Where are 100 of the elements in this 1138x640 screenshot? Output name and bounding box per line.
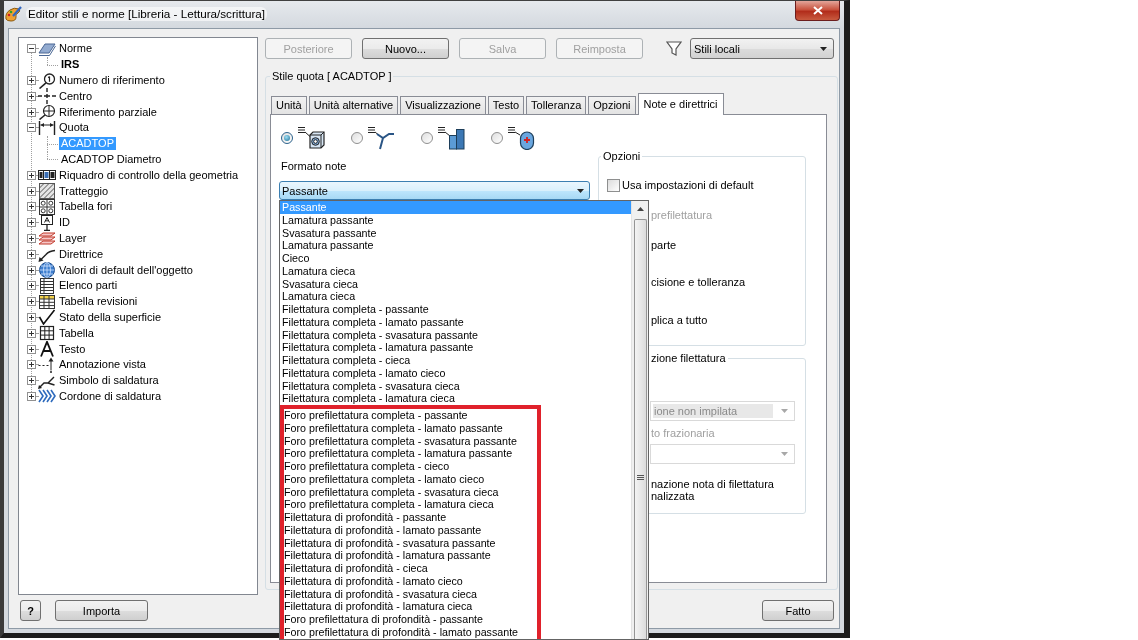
tab[interactable]: Tolleranza (526, 96, 587, 114)
list-option[interactable]: Foro prefilettatura completa - lamato cieco (284, 472, 537, 486)
list-option[interactable]: Svasatura cieca (280, 277, 631, 291)
list-option[interactable]: Filettatura completa - cieca (280, 354, 631, 367)
list-option[interactable]: Foro prefilettatura completa - svasatura passante (284, 434, 537, 448)
tab[interactable]: Unità alternative (308, 96, 399, 114)
tree-item[interactable]: Stato della superficie (58, 310, 163, 324)
tree-item[interactable]: Testo (58, 342, 87, 356)
list-option[interactable]: Filettatura completa - lamato cieco (280, 366, 631, 380)
help-button[interactable]: ? (20, 600, 41, 621)
done-button[interactable]: Fatto (762, 600, 834, 621)
tab[interactable]: Visualizzazione (400, 96, 486, 114)
tab[interactable]: Note e direttrici (637, 93, 724, 115)
expand-icon[interactable] (27, 376, 36, 386)
radio-button[interactable] (281, 132, 293, 144)
tree-item[interactable]: Elenco parti (58, 279, 119, 293)
palette-icon (4, 5, 22, 23)
expand-icon[interactable] (27, 107, 36, 117)
checkbox-label[interactable]: Usa impostazioni di default (622, 179, 754, 192)
tree-item[interactable]: Riferimento parziale (58, 105, 158, 119)
expand-icon[interactable] (27, 265, 36, 275)
collapse-icon[interactable] (27, 123, 36, 133)
tree-item[interactable]: Layer (58, 231, 88, 245)
tree-item[interactable]: Numero di riferimento (58, 74, 166, 87)
list-option[interactable]: Filettatura completa - svasatura cieca (280, 379, 631, 393)
radio-button[interactable] (351, 132, 363, 144)
note-format-dropdown[interactable]: Passante (279, 181, 590, 200)
tree-item[interactable]: ID (58, 216, 71, 230)
tree-item[interactable]: Tabella revisioni (58, 295, 139, 309)
radio-button[interactable] (421, 132, 433, 144)
tree-item[interactable]: Tabella (58, 326, 95, 340)
checkbox[interactable] (607, 179, 620, 192)
list-option[interactable]: Cieco (280, 252, 631, 265)
list-option[interactable]: Lamatura passante (280, 213, 631, 227)
expand-icon[interactable] (27, 312, 36, 322)
tree-item[interactable]: IRS (59, 58, 82, 72)
tree-item[interactable]: Tratteggio (58, 184, 110, 198)
list-option[interactable]: Filettatura di profondità - svasatura cieca (284, 587, 537, 601)
list-option[interactable]: Filettatura di profondità - lamato passante (284, 523, 537, 537)
list-option[interactable]: Foro prefilettatura completa - lamatura passante (284, 447, 537, 460)
filter-icon[interactable] (666, 41, 682, 56)
scrollbar[interactable] (631, 201, 648, 639)
expand-icon[interactable] (27, 233, 36, 243)
tree-item[interactable]: Norme (58, 42, 93, 56)
list-option[interactable]: Filettatura di profondità - passante (284, 511, 537, 524)
list-option[interactable]: Svasatura passante (280, 226, 631, 240)
list-option[interactable]: Filettatura di profondità - cieca (284, 562, 537, 575)
list-option[interactable]: Foro prefilettatura completa - cieco (284, 460, 537, 473)
tree-item[interactable]: Riquadro di controllo della geometria (58, 168, 240, 182)
list-option[interactable]: Filettatura di profondità - svasatura passante (284, 536, 537, 550)
list-option[interactable]: Lamatura cieca (280, 264, 631, 278)
list-option[interactable]: Filettatura di profondità - lamato cieco (284, 574, 537, 588)
tree-item[interactable]: Tabella fori (58, 200, 114, 214)
expand-icon[interactable] (27, 91, 36, 101)
expand-icon[interactable] (27, 249, 36, 259)
tab[interactable]: Testo (487, 96, 525, 114)
tree-item[interactable]: Simbolo di saldatura (58, 374, 160, 388)
toolbar-button[interactable]: Nuovo... (362, 38, 449, 59)
list-option[interactable]: Foro prefilettatura di profondità - lamato passante (284, 625, 537, 639)
list-option[interactable]: Filettatura completa - lamatura cieca (280, 392, 631, 405)
list-option[interactable]: Filettatura di profondità - lamatura cieca (284, 600, 537, 613)
expand-icon[interactable] (27, 76, 36, 85)
expand-icon[interactable] (27, 328, 36, 338)
scroll-thumb[interactable] (633, 219, 647, 639)
radio-button[interactable] (491, 132, 503, 144)
tree-item[interactable]: Centro (58, 89, 94, 103)
expand-icon[interactable] (27, 391, 36, 401)
expand-icon[interactable] (27, 281, 36, 291)
list-option[interactable]: Foro prefilettatura completa - passante (284, 409, 537, 422)
expand-icon[interactable] (27, 170, 36, 180)
collapse-icon[interactable] (27, 44, 36, 54)
expand-icon[interactable] (27, 297, 36, 307)
tree-item[interactable]: Cordone di saldatura (58, 389, 163, 403)
expand-icon[interactable] (27, 186, 36, 196)
tree-item[interactable]: Valori di default dell'oggetto (58, 263, 194, 277)
hole-note-icon (297, 126, 325, 150)
expand-icon[interactable] (27, 344, 36, 354)
tree-item[interactable]: Quota (58, 121, 90, 135)
list-option[interactable]: Filettatura di profondità - lamatura passante (284, 549, 537, 562)
tree-item[interactable]: Annotazione vista (58, 358, 147, 372)
expand-icon[interactable] (27, 202, 36, 212)
style-filter-dropdown[interactable]: Stili locali (690, 38, 834, 59)
list-option[interactable]: Foro prefilettatura di profondità - passante (284, 613, 537, 626)
tree-item[interactable]: ACADTOP Diametro (59, 152, 164, 166)
list-option[interactable]: Foro prefilettatura completa - lamato passante (284, 421, 537, 435)
tab[interactable]: Opzioni (588, 96, 636, 114)
expand-icon[interactable] (27, 218, 36, 228)
list-option[interactable]: Lamatura passante (280, 239, 631, 252)
list-option[interactable]: Filettatura completa - lamato passante (280, 315, 631, 329)
list-option[interactable]: Lamatura cieca (280, 290, 631, 303)
close-button[interactable] (795, 1, 840, 21)
list-option[interactable]: Filettatura completa - lamatura passante (280, 341, 631, 354)
import-button[interactable]: Importa (55, 600, 148, 621)
list-option[interactable]: Foro prefilettatura completa - svasatura cieca (284, 485, 537, 499)
list-option[interactable]: Foro prefilettatura completa - lamatura cieca (284, 498, 537, 511)
tab[interactable]: Unità (271, 96, 307, 114)
list-option[interactable]: Filettatura completa - passante (280, 303, 631, 316)
tree-item[interactable]: Direttrice (58, 247, 104, 261)
list-option[interactable]: Filettatura completa - svasatura passante (280, 328, 631, 342)
expand-icon[interactable] (27, 360, 36, 370)
